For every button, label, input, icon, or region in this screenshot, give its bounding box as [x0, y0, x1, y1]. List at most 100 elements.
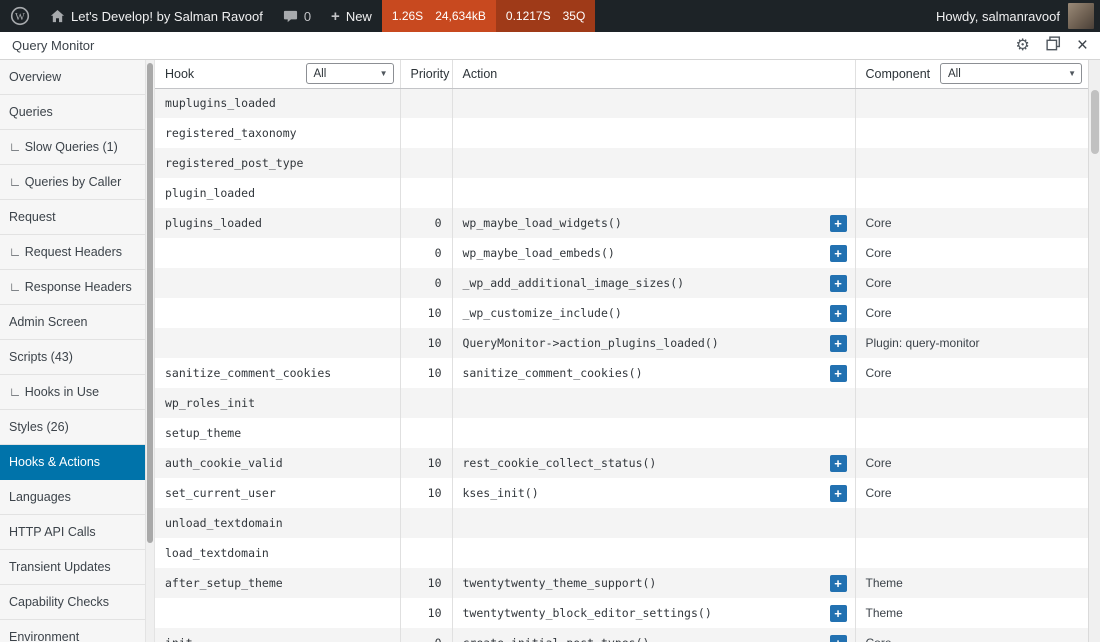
action-cell: twentytwenty_block_editor_settings() +: [452, 598, 855, 628]
action-label: create_initial_post_types(): [463, 636, 650, 642]
sidebar-item-scripts-43[interactable]: Scripts (43): [0, 340, 145, 375]
sidebar-item-label: Overview: [9, 70, 61, 84]
site-name-link[interactable]: Let's Develop! by Salman Ravoof: [40, 0, 273, 32]
close-icon: ×: [1077, 36, 1088, 55]
action-label: _wp_add_additional_image_sizes(): [463, 276, 685, 290]
sidebar-item-label: ∟ Queries by Caller: [9, 175, 121, 189]
site-name-label: Let's Develop! by Salman Ravoof: [71, 9, 263, 24]
action-cell: create_initial_post_types() +: [452, 628, 855, 642]
expand-action-button[interactable]: +: [830, 485, 847, 502]
expand-action-button[interactable]: +: [830, 215, 847, 232]
sidebar-item-hooks-in-use[interactable]: ∟ Hooks in Use: [0, 375, 145, 410]
action-label: QueryMonitor->action_plugins_loaded(): [463, 336, 719, 350]
sidebar-item-languages[interactable]: Languages: [0, 480, 145, 515]
action-cell: +: [452, 508, 855, 538]
sidebar-scrollbar-thumb[interactable]: [147, 63, 153, 543]
hook-cell: [155, 298, 400, 328]
sidebar-item-environment[interactable]: Environment: [0, 620, 145, 642]
priority-cell: 0: [400, 238, 452, 268]
expand-action-button[interactable]: +: [830, 305, 847, 322]
query-monitor-toolbar-button[interactable]: 1.26S 24,634kB 0.1217S 35Q: [382, 0, 595, 32]
wordpress-menu[interactable]: W: [0, 0, 40, 32]
sidebar-scrollbar[interactable]: [145, 60, 155, 642]
component-cell: Core: [855, 628, 1088, 642]
hook-cell: [155, 598, 400, 628]
component-cell: Theme: [855, 598, 1088, 628]
hook-cell: registered_post_type: [155, 148, 400, 178]
new-content-link[interactable]: + New: [321, 0, 382, 32]
account-menu[interactable]: Howdy, salmanravoof: [936, 0, 1100, 32]
sidebar-item-label: Transient Updates: [9, 560, 111, 574]
settings-button[interactable]: ⚙: [1016, 38, 1030, 54]
component-cell: Core: [855, 478, 1088, 508]
action-label: wp_maybe_load_widgets(): [463, 216, 622, 230]
component-filter-select[interactable]: All ▼: [940, 63, 1082, 84]
expand-action-button[interactable]: +: [830, 365, 847, 382]
hook-cell: [155, 268, 400, 298]
table-row: init 0 create_initial_post_types() + Cor…: [155, 628, 1088, 642]
action-label: rest_cookie_collect_status(): [463, 456, 657, 470]
table-row: setup_theme +: [155, 418, 1088, 448]
expand-action-button[interactable]: +: [830, 275, 847, 292]
qm-db-time: 0.1217S: [506, 9, 551, 23]
comment-icon: [283, 9, 298, 24]
expand-action-button[interactable]: +: [830, 575, 847, 592]
expand-action-button[interactable]: +: [830, 335, 847, 352]
close-button[interactable]: ×: [1077, 36, 1088, 55]
action-label: sanitize_comment_cookies(): [463, 366, 643, 380]
hook-filter-select[interactable]: All ▼: [306, 63, 394, 84]
expand-action-button[interactable]: +: [830, 605, 847, 622]
component-cell: Core: [855, 238, 1088, 268]
component-cell: [855, 118, 1088, 148]
action-cell: +: [452, 148, 855, 178]
expand-action-button[interactable]: +: [830, 245, 847, 262]
sidebar-item-slow-queries-1[interactable]: ∟ Slow Queries (1): [0, 130, 145, 165]
expand-action-button[interactable]: +: [830, 455, 847, 472]
sidebar-item-capability-checks[interactable]: Capability Checks: [0, 585, 145, 620]
priority-cell: 0: [400, 628, 452, 642]
priority-cell: [400, 148, 452, 178]
component-cell: Theme: [855, 568, 1088, 598]
sidebar-item-request-headers[interactable]: ∟ Request Headers: [0, 235, 145, 270]
priority-column-header: Priority: [400, 60, 452, 88]
component-header-label: Component: [866, 67, 931, 81]
sidebar-item-admin-screen[interactable]: Admin Screen: [0, 305, 145, 340]
comments-link[interactable]: 0: [273, 0, 321, 32]
svg-text:W: W: [15, 12, 25, 23]
sidebar-item-response-headers[interactable]: ∟ Response Headers: [0, 270, 145, 305]
hook-cell: init: [155, 628, 400, 642]
table-row: unload_textdomain +: [155, 508, 1088, 538]
component-cell: [855, 388, 1088, 418]
action-cell: kses_init() +: [452, 478, 855, 508]
hook-cell: setup_theme: [155, 418, 400, 448]
priority-cell: [400, 178, 452, 208]
gear-icon: ⚙: [1016, 38, 1030, 54]
component-cell: [855, 88, 1088, 118]
action-cell: wp_maybe_load_embeds() +: [452, 238, 855, 268]
sidebar-item-overview[interactable]: Overview: [0, 60, 145, 95]
popout-icon: [1046, 36, 1061, 56]
hook-cell: after_setup_theme: [155, 568, 400, 598]
sidebar-item-styles-26[interactable]: Styles (26): [0, 410, 145, 445]
sidebar-item-request[interactable]: Request: [0, 200, 145, 235]
hook-cell: [155, 328, 400, 358]
action-cell: +: [452, 538, 855, 568]
table-row: plugins_loaded 0 wp_maybe_load_widgets()…: [155, 208, 1088, 238]
hook-cell: [155, 238, 400, 268]
sidebar-item-transient-updates[interactable]: Transient Updates: [0, 550, 145, 585]
action-cell: QueryMonitor->action_plugins_loaded() +: [452, 328, 855, 358]
sidebar-item-label: Capability Checks: [9, 595, 109, 609]
table-scrollbar-thumb[interactable]: [1091, 90, 1099, 154]
action-cell: rest_cookie_collect_status() +: [452, 448, 855, 478]
priority-cell: 10: [400, 448, 452, 478]
qm-memory: 24,634kB: [435, 9, 486, 23]
sidebar-item-hooks-actions[interactable]: Hooks & Actions: [0, 445, 145, 480]
sidebar-item-queries-by-caller[interactable]: ∟ Queries by Caller: [0, 165, 145, 200]
table-scrollbar[interactable]: [1088, 60, 1100, 642]
sidebar-item-http-api-calls[interactable]: HTTP API Calls: [0, 515, 145, 550]
popout-button[interactable]: [1046, 36, 1061, 56]
sidebar-item-queries[interactable]: Queries: [0, 95, 145, 130]
expand-action-button[interactable]: +: [830, 635, 847, 642]
hook-cell: unload_textdomain: [155, 508, 400, 538]
action-cell: +: [452, 118, 855, 148]
